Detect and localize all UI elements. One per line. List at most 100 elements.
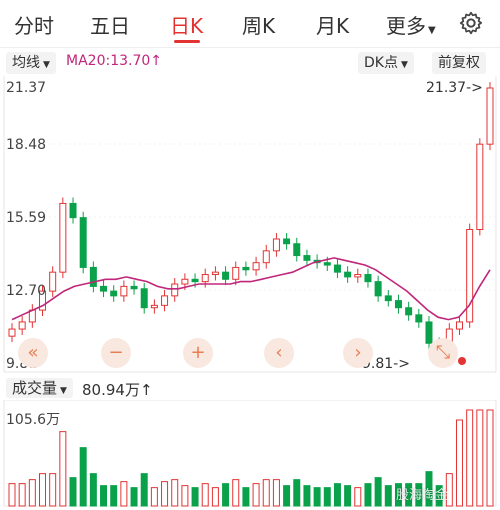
y-tick-label: 21.37 bbox=[6, 80, 46, 96]
candle bbox=[333, 264, 341, 273]
watermark: 股海淘金 bbox=[396, 488, 449, 503]
candle bbox=[476, 143, 484, 231]
active-tab-indicator bbox=[174, 40, 200, 43]
candle bbox=[262, 250, 270, 264]
volume-bar bbox=[242, 487, 250, 507]
candle bbox=[283, 238, 291, 245]
candle bbox=[100, 285, 108, 292]
indicator-select[interactable]: 均线 ▼ bbox=[6, 52, 56, 74]
volume-bar bbox=[333, 483, 341, 507]
candle bbox=[455, 321, 463, 330]
zoom-out-button[interactable]: − bbox=[101, 338, 131, 368]
tab-intraday[interactable]: 分时 bbox=[14, 10, 54, 39]
tab-weekly-k[interactable]: 周K bbox=[242, 10, 275, 39]
candle bbox=[354, 274, 362, 278]
candle bbox=[140, 288, 148, 309]
volume-title: 成交量 bbox=[12, 379, 58, 397]
scroll-right-button[interactable]: › bbox=[343, 338, 373, 368]
candle bbox=[171, 283, 179, 297]
candle bbox=[242, 266, 250, 271]
candle bbox=[364, 274, 372, 283]
grid-lines bbox=[4, 143, 496, 291]
volume-bar bbox=[486, 409, 494, 507]
volume-bar bbox=[69, 477, 77, 507]
indicator-label: 均线 bbox=[12, 55, 40, 71]
candle bbox=[79, 217, 87, 268]
candle bbox=[405, 307, 413, 316]
zoom-in-button[interactable]: + bbox=[183, 338, 213, 368]
volume-bar bbox=[384, 485, 392, 507]
candle bbox=[191, 278, 199, 283]
y-tick-label: 12.70 bbox=[6, 283, 46, 299]
dropdown-triangle-icon: ▼ bbox=[43, 60, 50, 70]
indicator-row: 均线 ▼ MA20:13.70↑ DK点 ▼ 前复权 bbox=[0, 50, 500, 76]
volume-bar bbox=[171, 479, 179, 507]
dk-point-button[interactable]: DK点 ▼ bbox=[358, 52, 414, 74]
candle bbox=[69, 202, 77, 219]
ma20-value: MA20:13.70↑ bbox=[66, 53, 162, 69]
candle bbox=[49, 271, 57, 292]
volume-bar bbox=[89, 473, 97, 507]
volume-bar bbox=[262, 479, 270, 507]
volume-bar bbox=[191, 487, 199, 507]
candles bbox=[8, 82, 494, 354]
volume-bar bbox=[466, 409, 474, 507]
volume-bar bbox=[110, 485, 118, 507]
volume-bar bbox=[344, 485, 352, 507]
candle bbox=[130, 285, 138, 290]
volume-bar bbox=[79, 447, 87, 507]
scroll-left-button[interactable]: ‹ bbox=[264, 338, 294, 368]
candle bbox=[120, 285, 128, 297]
volume-bar bbox=[211, 487, 219, 507]
volume-bar bbox=[364, 483, 372, 507]
tab-five-day[interactable]: 五日 bbox=[90, 10, 130, 39]
dk-point-label: DK点 bbox=[364, 55, 398, 71]
candle bbox=[150, 304, 158, 309]
volume-bar bbox=[130, 487, 138, 507]
volume-bar bbox=[323, 487, 331, 507]
volume-bar bbox=[313, 487, 321, 507]
period-tabs: 分时 五日 日K 周K 月K 更多 ▼ bbox=[0, 0, 500, 46]
volume-bar bbox=[374, 477, 382, 507]
volume-max-label: 105.6万 bbox=[6, 412, 60, 428]
volume-bar bbox=[18, 483, 26, 507]
volume-bar bbox=[272, 479, 280, 507]
y-tick-label: 18.48 bbox=[6, 137, 46, 153]
candle bbox=[222, 271, 230, 280]
max-price-label: 21.37-> bbox=[426, 80, 483, 96]
candle bbox=[59, 202, 67, 273]
volume-bar bbox=[100, 485, 108, 507]
candle bbox=[344, 271, 352, 278]
candle bbox=[303, 255, 311, 261]
expand-icon[interactable]: ⤡ bbox=[428, 338, 458, 368]
volume-indicator-select[interactable]: 成交量 ▼ bbox=[6, 378, 73, 398]
candle bbox=[384, 295, 392, 302]
candle bbox=[181, 278, 189, 285]
scroll-left-fast-button[interactable]: « bbox=[18, 338, 48, 368]
volume-row: 成交量 ▼ 80.94万↑ bbox=[0, 376, 500, 400]
dropdown-triangle-icon: ▼ bbox=[60, 386, 67, 396]
candle bbox=[232, 266, 240, 280]
volume-bar bbox=[150, 487, 158, 507]
kline-chart[interactable]: 21.37 18.48 15.59 12.70 9.81 21.37-> 9.8… bbox=[0, 76, 500, 376]
gear-icon[interactable] bbox=[458, 10, 484, 36]
tab-daily-k[interactable]: 日K bbox=[170, 10, 203, 39]
candle bbox=[486, 87, 494, 145]
adjust-button[interactable]: 前复权 bbox=[432, 52, 486, 74]
candle bbox=[201, 274, 209, 283]
volume-bar bbox=[222, 483, 230, 507]
volume-bar bbox=[252, 483, 260, 507]
dropdown-triangle-icon: ▼ bbox=[400, 60, 408, 70]
y-tick-label: 15.59 bbox=[6, 210, 46, 226]
volume-bar bbox=[181, 485, 189, 507]
volume-bar bbox=[232, 479, 240, 507]
candle bbox=[272, 238, 280, 252]
tab-more[interactable]: 更多 ▼ bbox=[386, 10, 436, 39]
candle bbox=[415, 314, 423, 323]
divider bbox=[0, 47, 500, 48]
volume-value: 80.94万↑ bbox=[82, 381, 153, 399]
volume-bar bbox=[354, 487, 362, 507]
volume-bar bbox=[120, 481, 128, 507]
tab-monthly-k[interactable]: 月K bbox=[316, 10, 349, 39]
candle bbox=[252, 262, 260, 271]
